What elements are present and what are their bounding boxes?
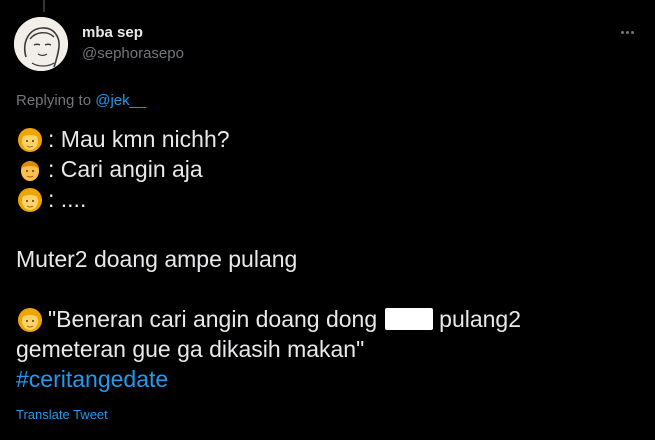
redacted-block	[385, 308, 434, 330]
tweet-line-4: Muter2 doang ampe pulang	[16, 246, 298, 272]
man-emoji-icon	[16, 154, 44, 184]
tweet-line: #ceritangedate	[16, 364, 641, 394]
author-handle[interactable]: @sephorasepo	[82, 45, 184, 62]
avatar[interactable]	[14, 17, 68, 71]
replying-to-label: Replying to	[16, 92, 92, 109]
replying-to-link[interactable]: @jek__	[95, 92, 146, 109]
tweet-line: : Cari angin aja	[16, 154, 641, 184]
tweet-line-3: : ....	[48, 186, 87, 212]
translate-tweet-link[interactable]: Translate Tweet	[16, 407, 108, 422]
woman-emoji-icon	[16, 184, 44, 214]
thread-connector-line	[43, 0, 45, 12]
tweet-line: : Mau kmn nichh?	[16, 124, 641, 154]
tweet-line: Muter2 doang ampe pulang	[16, 244, 641, 274]
author-display-name[interactable]: mba sep	[82, 24, 143, 41]
avatar-drawing	[14, 17, 68, 71]
tweet-line-6: gemeteran gue ga dikasih makan"	[16, 336, 365, 362]
tweet-text: : Mau kmn nichh? : Cari angin aja: ....…	[16, 124, 641, 394]
woman-emoji-icon	[16, 124, 44, 154]
tweet-line-2: : Cari angin aja	[48, 156, 203, 182]
tweet-line: : ....	[16, 184, 641, 214]
tweet-line-5-start: "Beneran cari angin doang dong	[48, 306, 378, 332]
tweet-line: gemeteran gue ga dikasih makan"	[16, 334, 641, 364]
tweet-line-5-end: pulang2	[439, 306, 522, 332]
hashtag-link[interactable]: #ceritangedate	[16, 364, 168, 394]
tweet-line-1: : Mau kmn nichh?	[48, 126, 230, 152]
more-options-icon[interactable]	[614, 22, 640, 42]
replying-to: Replying to @jek__	[16, 92, 146, 109]
woman-emoji-icon	[16, 304, 44, 334]
tweet-line: "Beneran cari angin doang dong pulang2	[16, 304, 641, 334]
